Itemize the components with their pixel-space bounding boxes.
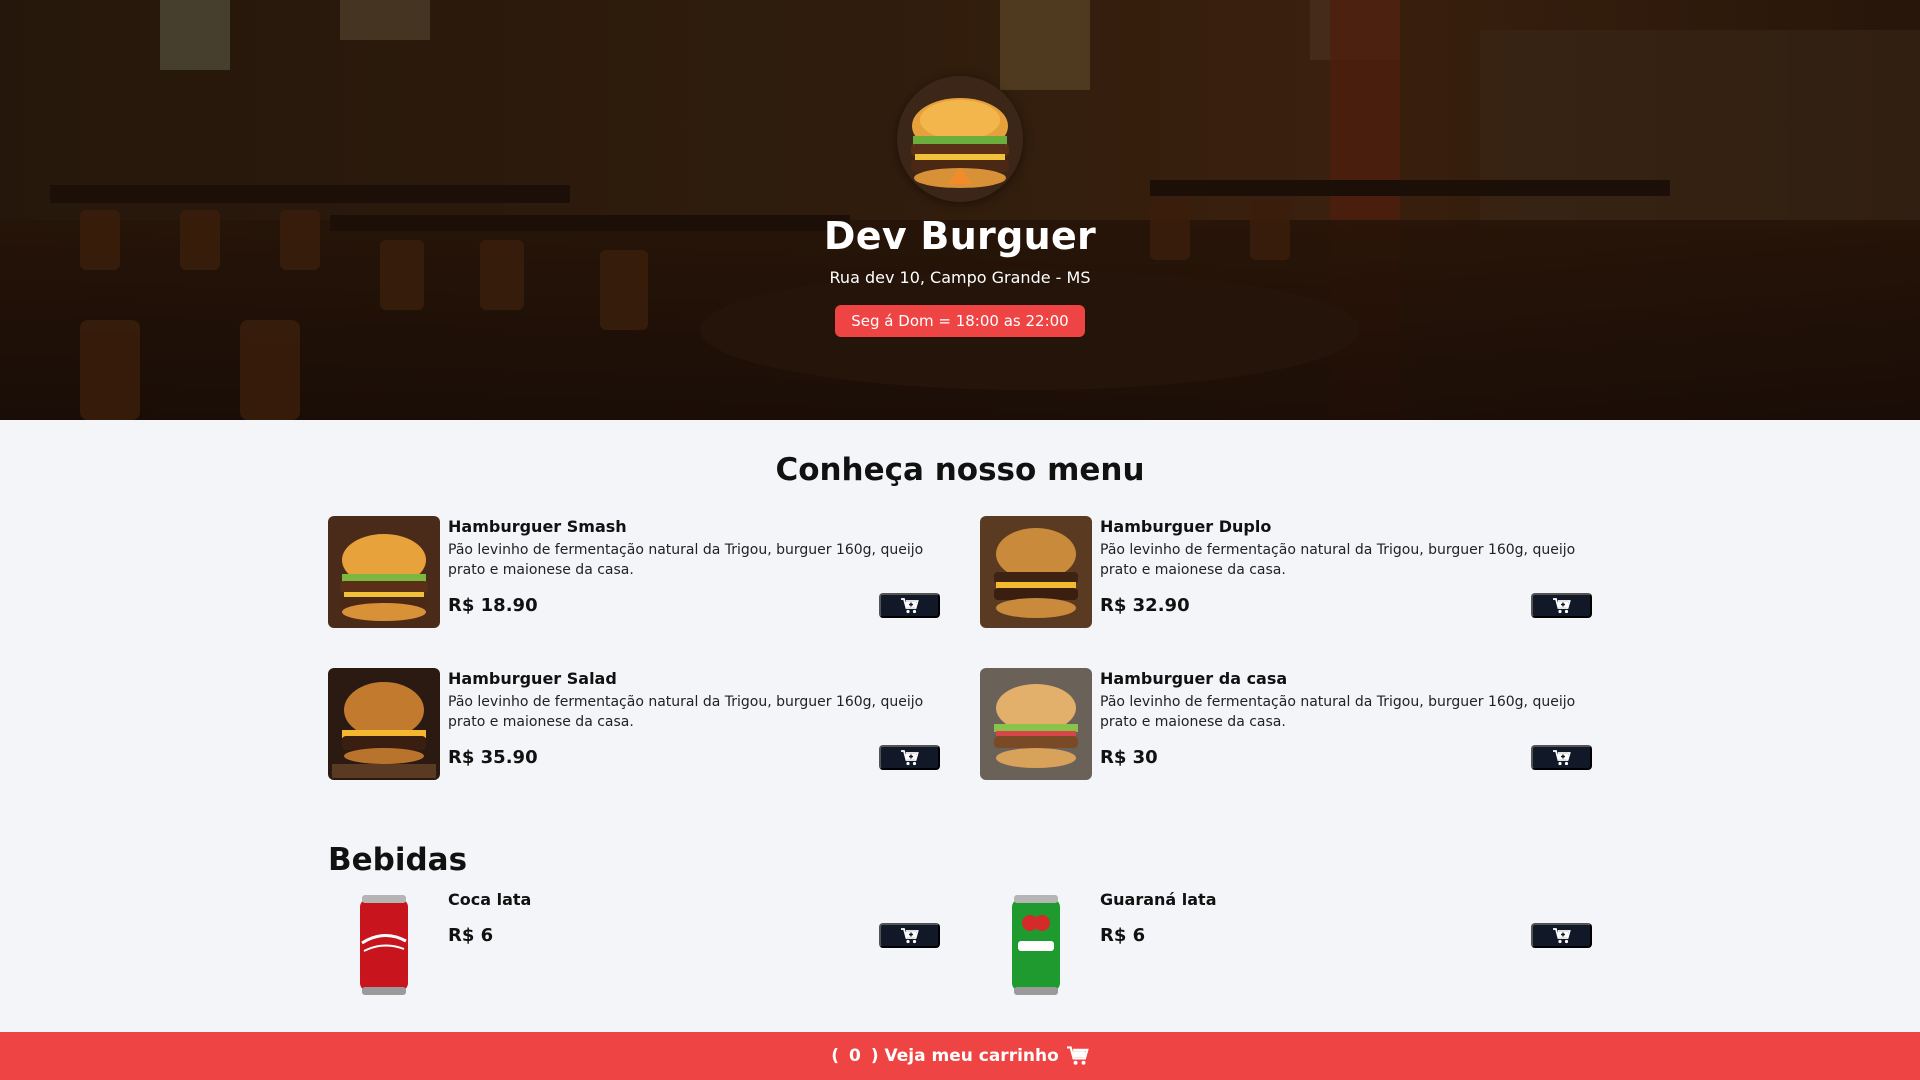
coke-can-image [328, 889, 440, 1001]
cart-plus-icon [1552, 749, 1571, 765]
menu-item: Hamburguer da casa Pão levinho de fermen… [980, 668, 1592, 780]
cart-plus-icon [900, 749, 919, 765]
add-to-cart-button[interactable] [1531, 923, 1592, 948]
item-description: Pão levinho de fermentação natural da Tr… [448, 694, 924, 730]
cart-plus-icon [900, 597, 919, 613]
item-name: Hamburguer Salad [448, 669, 617, 688]
drink-item: Guaraná lata R$ 6 [980, 889, 1592, 1001]
cart-icon [1066, 1046, 1089, 1066]
burger-list: Hamburguer Smash Pão levinho de fermenta… [328, 516, 1592, 780]
item-description: Pão levinho de fermentação natural da Tr… [448, 542, 924, 578]
cart-count-open-paren: ( [831, 1046, 839, 1066]
item-price: R$ 6 [448, 925, 494, 946]
item-price: R$ 32.90 [1100, 595, 1190, 616]
add-to-cart-button[interactable] [1531, 593, 1592, 618]
item-description: Pão levinho de fermentação natural da Tr… [1100, 694, 1576, 730]
cart-plus-icon [1552, 927, 1571, 943]
item-name: Hamburguer Duplo [1100, 517, 1272, 536]
cart-plus-icon [1552, 597, 1571, 613]
restaurant-name: Dev Burguer [823, 214, 1097, 258]
drinks-list: Coca lata R$ 6 Guaraná lata R$ 6 [328, 889, 1592, 1001]
add-to-cart-button[interactable] [879, 745, 940, 770]
view-cart-label: ) Veja meu carrinho [870, 1046, 1059, 1066]
item-price: R$ 30 [1100, 747, 1158, 768]
opening-hours-badge: Seg á Dom = 18:00 as 22:00 [835, 305, 1085, 337]
menu-item: Hamburguer Salad Pão levinho de fermenta… [328, 668, 940, 780]
cart-count: 0 [848, 1046, 861, 1066]
hero-banner: Dev Burguer Rua dev 10, Campo Grande - M… [0, 0, 1920, 420]
restaurant-address: Rua dev 10, Campo Grande - MS [829, 268, 1091, 287]
burger-image [980, 516, 1092, 628]
item-name: Hamburguer da casa [1100, 669, 1288, 688]
restaurant-logo [897, 76, 1023, 202]
drink-item: Coca lata R$ 6 [328, 889, 940, 1001]
menu-title: Conheça nosso menu [775, 452, 1145, 488]
menu-item: Hamburguer Smash Pão levinho de fermenta… [328, 516, 940, 628]
guarana-can-image [980, 889, 1092, 1001]
add-to-cart-button[interactable] [1531, 745, 1592, 770]
burger-image [328, 668, 440, 780]
item-name: Guaraná lata [1100, 890, 1217, 909]
item-price: R$ 6 [1100, 925, 1146, 946]
item-description: Pão levinho de fermentação natural da Tr… [1100, 542, 1576, 578]
cart-plus-icon [900, 927, 919, 943]
burger-image [980, 668, 1092, 780]
item-price: R$ 18.90 [448, 595, 538, 616]
menu-item: Hamburguer Duplo Pão levinho de fermenta… [980, 516, 1592, 628]
burger-image [328, 516, 440, 628]
add-to-cart-button[interactable] [879, 923, 940, 948]
add-to-cart-button[interactable] [879, 593, 940, 618]
item-name: Coca lata [448, 890, 532, 909]
view-cart-button[interactable]: ( 0 ) Veja meu carrinho [0, 1032, 1920, 1080]
item-name: Hamburguer Smash [448, 517, 627, 536]
item-price: R$ 35.90 [448, 747, 538, 768]
drinks-section-title: Bebidas [328, 842, 468, 878]
